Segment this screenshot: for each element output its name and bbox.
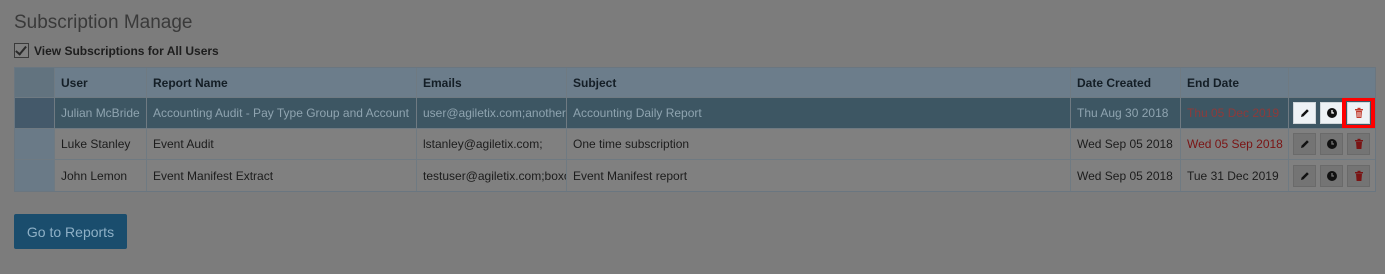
row-select-cell[interactable] bbox=[15, 129, 55, 159]
cell-emails: testuser@agiletix.com;boxo bbox=[417, 160, 567, 191]
cell-subject: One time subscription bbox=[567, 129, 1071, 159]
header-user[interactable]: User bbox=[55, 68, 147, 97]
view-all-users-toggle[interactable]: View Subscriptions for All Users bbox=[14, 43, 219, 58]
view-all-label: View Subscriptions for All Users bbox=[34, 43, 219, 58]
cell-subject: Accounting Daily Report bbox=[567, 98, 1071, 128]
table-row[interactable]: Julian McBride Accounting Audit - Pay Ty… bbox=[15, 98, 1375, 129]
schedule-button[interactable] bbox=[1320, 102, 1343, 124]
row-actions bbox=[1289, 98, 1375, 128]
edit-button[interactable] bbox=[1293, 102, 1316, 124]
row-actions bbox=[1289, 160, 1375, 191]
cell-end-date: Wed 05 Sep 2018 bbox=[1181, 129, 1289, 159]
clock-icon bbox=[1326, 170, 1337, 181]
trash-icon bbox=[1354, 107, 1363, 118]
cell-report-name: Event Audit bbox=[147, 129, 417, 159]
header-report-name[interactable]: Report Name bbox=[147, 68, 417, 97]
pencil-icon bbox=[1300, 140, 1309, 148]
trash-icon bbox=[1354, 170, 1363, 181]
cell-subject: Event Manifest report bbox=[567, 160, 1071, 191]
header-actions bbox=[1289, 68, 1375, 97]
cell-date-created: Thu Aug 30 2018 bbox=[1071, 98, 1181, 128]
cell-user: Julian McBride bbox=[55, 98, 147, 128]
table-row[interactable]: Luke Stanley Event Audit lstanley@agilet… bbox=[15, 129, 1375, 160]
row-select-cell[interactable] bbox=[15, 160, 55, 191]
clock-icon bbox=[1326, 139, 1337, 149]
cell-end-date: Thu 05 Dec 2019 bbox=[1181, 98, 1289, 128]
cell-emails: lstanley@agiletix.com; bbox=[417, 129, 567, 159]
cell-user: Luke Stanley bbox=[55, 129, 147, 159]
cell-date-created: Wed Sep 05 2018 bbox=[1071, 129, 1181, 159]
cell-end-date: Tue 31 Dec 2019 bbox=[1181, 160, 1289, 191]
clock-icon bbox=[1326, 108, 1337, 118]
delete-button[interactable] bbox=[1347, 133, 1370, 155]
go-to-reports-button[interactable]: Go to Reports bbox=[14, 214, 127, 249]
cell-report-name: Event Manifest Extract bbox=[147, 160, 417, 191]
cell-user: John Lemon bbox=[55, 160, 147, 191]
view-all-checkbox[interactable] bbox=[14, 43, 29, 58]
header-select-column bbox=[15, 68, 55, 97]
subscriptions-table: User Report Name Emails Subject Date Cre… bbox=[14, 67, 1376, 192]
edit-button[interactable] bbox=[1293, 164, 1316, 187]
header-date-created[interactable]: Date Created bbox=[1071, 68, 1181, 97]
schedule-button[interactable] bbox=[1320, 164, 1343, 187]
header-emails[interactable]: Emails bbox=[417, 68, 567, 97]
pencil-icon bbox=[1300, 171, 1309, 180]
trash-icon bbox=[1354, 138, 1363, 149]
header-subject[interactable]: Subject bbox=[567, 68, 1071, 97]
cell-date-created: Wed Sep 05 2018 bbox=[1071, 160, 1181, 191]
row-actions bbox=[1289, 129, 1375, 159]
cell-report-name: Accounting Audit - Pay Type Group and Ac… bbox=[147, 98, 417, 128]
pencil-icon bbox=[1300, 109, 1309, 117]
schedule-button[interactable] bbox=[1320, 133, 1343, 155]
delete-button[interactable] bbox=[1342, 98, 1375, 128]
table-header: User Report Name Emails Subject Date Cre… bbox=[15, 68, 1375, 98]
cell-emails: user@agiletix.com;another bbox=[417, 98, 567, 128]
edit-button[interactable] bbox=[1293, 133, 1316, 155]
table-row[interactable]: John Lemon Event Manifest Extract testus… bbox=[15, 160, 1375, 191]
row-select-cell[interactable] bbox=[15, 98, 55, 128]
delete-button[interactable] bbox=[1347, 164, 1370, 187]
page-title: Subscription Manage bbox=[14, 12, 193, 33]
header-end-date[interactable]: End Date bbox=[1181, 68, 1289, 97]
